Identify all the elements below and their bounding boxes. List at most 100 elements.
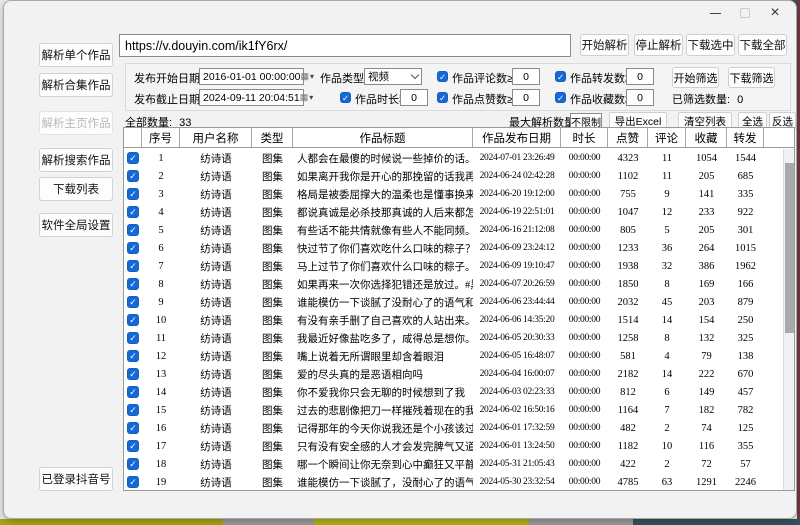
comments-filter-input[interactable]: 0 [512,68,540,85]
end-date-picker[interactable]: 2024-09-11 20:04:51 ▦▾ [199,89,304,106]
table-row[interactable]: ✓16纺诗语图集记得那年的今天你说我还是个小孩该过节了2024-06-01 17… [124,419,783,437]
row-user: 纺诗语 [180,277,252,292]
row-title: 如果离开我你是开心的那挽留的话我再也不... [293,169,473,184]
likes-filter-input[interactable]: 0 [512,89,540,106]
table-row[interactable]: ✓15纺诗语图集过去的悲剧像把刀一样摧残着现在的我们2024-06-02 16:… [124,401,783,419]
table-row[interactable]: ✓2纺诗语图集如果离开我你是开心的那挽留的话我再也不...2024-06-24 … [124,167,783,185]
row-checkbox[interactable]: ✓ [127,206,139,218]
shares-filter-checkbox[interactable]: ✓ [555,71,566,82]
calendar-icon: ▦ [300,93,309,102]
scrollbar-thumb[interactable] [785,163,794,333]
row-checkbox[interactable]: ✓ [127,188,139,200]
minimize-button[interactable] [700,2,730,24]
row-checkbox[interactable]: ✓ [127,170,139,182]
row-likes: 1182 [608,441,648,452]
type-select[interactable]: 视频 [364,68,422,85]
header-title[interactable]: 作品标题 [293,128,473,147]
sidebar-item-parse-collection[interactable]: 解析合集作品 [39,73,113,97]
header-index[interactable]: 序号 [142,128,180,147]
table-row[interactable]: ✓13纺诗语图集爱的尽头真的是恶语相向吗2024-06-04 16:00:070… [124,365,783,383]
row-checkbox[interactable]: ✓ [127,332,139,344]
row-checkbox[interactable]: ✓ [127,458,139,470]
row-title: 只有没有安全感的人才会发完脾气又道歉 [293,439,473,454]
row-index: 14 [142,387,180,398]
table-row[interactable]: ✓3纺诗语图集格局是被委屈撑大的温柔也是懂事换来的。#...2024-06-20… [124,185,783,203]
header-user[interactable]: 用户名称 [180,128,252,147]
favorites-filter-input[interactable]: 0 [626,89,654,106]
likes-filter-checkbox[interactable]: ✓ [437,92,448,103]
header-type[interactable]: 类型 [252,128,293,147]
filtered-count: 已筛选数量: 0 [672,91,743,107]
table-row[interactable]: ✓18纺诗语图集哪一个瞬间让你无奈到心中癫狂又平静呢2024-05-31 21:… [124,455,783,473]
maximize-button[interactable] [730,2,760,24]
header-shares[interactable]: 转发 [727,128,764,147]
start-parse-button[interactable]: 开始解析 [580,34,629,56]
duration-filter-checkbox[interactable]: ✓ [340,92,351,103]
backdrop-bottom-strip [314,519,529,525]
url-input[interactable]: https://v.douyin.com/ik1fY6rx/ [119,34,571,57]
row-likes: 4785 [608,477,648,488]
sidebar-item-global-settings[interactable]: 软件全局设置 [39,213,113,237]
row-checkbox[interactable]: ✓ [127,314,139,326]
header-comments[interactable]: 评论 [648,128,686,147]
table-row[interactable]: ✓11纺诗语图集我最近好像盐吃多了，咸得总是想你。#斯文...2024-06-0… [124,329,783,347]
row-title: 过去的悲剧像把刀一样摧残着现在的我们 [293,403,473,418]
row-checkbox[interactable]: ✓ [127,404,139,416]
row-favorites: 141 [686,189,727,200]
start-filter-button[interactable]: 开始筛选 [672,67,719,88]
comments-filter-checkbox[interactable]: ✓ [437,71,448,82]
table-scrollbar[interactable] [783,149,794,490]
table-row[interactable]: ✓1纺诗语图集人都会在最傻的时候说一些掉价的话。#总要...2024-07-01… [124,149,783,167]
row-checkbox[interactable]: ✓ [127,242,139,254]
header-date[interactable]: 作品发布日期 [473,128,561,147]
table-row[interactable]: ✓8纺诗语图集如果再来一次你选择犯错还是放过。#黑色系2024-06-07 20… [124,275,783,293]
row-user: 纺诗语 [180,259,252,274]
row-checkbox[interactable]: ✓ [127,368,139,380]
row-checkbox[interactable]: ✓ [127,278,139,290]
row-favorites: 203 [686,297,727,308]
duration-filter-input[interactable]: 0 [400,89,428,106]
row-user: 纺诗语 [180,169,252,184]
stop-parse-button[interactable]: 停止解析 [634,34,683,56]
row-likes: 4323 [608,153,648,164]
row-checkbox[interactable]: ✓ [127,476,139,488]
row-checkbox[interactable]: ✓ [127,152,139,164]
download-selected-button[interactable]: 下载选中 [686,34,735,56]
table-row[interactable]: ✓5纺诗语图集有些话不能共情就像有些人不能同频。#晚风...2024-06-16… [124,221,783,239]
row-checkbox[interactable]: ✓ [127,422,139,434]
table-row[interactable]: ✓6纺诗语图集快过节了你们喜欢吃什么口味的粽子？#粽子...2024-06-09… [124,239,783,257]
header-favorites[interactable]: 收藏 [686,128,727,147]
table-row[interactable]: ✓4纺诗语图集都说真诚是必杀技那真诚的人后来都怎样了...2024-06-19 … [124,203,783,221]
row-checkbox[interactable]: ✓ [127,296,139,308]
favorites-filter-checkbox[interactable]: ✓ [555,92,566,103]
row-likes: 1164 [608,405,648,416]
download-all-button[interactable]: 下载全部 [738,34,787,56]
table-row[interactable]: ✓7纺诗语图集马上过节了你们喜欢什么口味的粽子。#粽子...2024-06-09… [124,257,783,275]
sidebar-item-parse-search[interactable]: 解析搜索作品 [39,148,113,172]
table-row[interactable]: ✓10纺诗语图集有没有亲手删了自己喜欢的人站出来。#son...2024-06-… [124,311,783,329]
table-row[interactable]: ✓9纺诗语图集谁能模仿一下谈腻了没耐心了的语气和我说2024-06-06 23:… [124,293,783,311]
close-button[interactable]: × [760,2,790,24]
row-checkbox[interactable]: ✓ [127,350,139,362]
row-comments: 10 [648,441,686,452]
table-row[interactable]: ✓12纺诗语图集嘴上说着无所谓眼里却含着眼泪2024-06-05 16:48:0… [124,347,783,365]
header-duration[interactable]: 时长 [561,128,608,147]
table-row[interactable]: ✓19纺诗语图集谁能模仿一下谈腻了，没耐心了的语气跟我说2024-05-30 2… [124,473,783,490]
sidebar-item-parse-single[interactable]: 解析单个作品 [39,43,113,67]
logged-in-account-button[interactable]: 已登录抖音号 [39,467,113,491]
row-checkbox[interactable]: ✓ [127,440,139,452]
sidebar-item-download-list[interactable]: 下载列表 [39,177,113,201]
start-date-picker[interactable]: 2016-01-01 00:00:00 ▦▾ [199,68,304,85]
header-likes[interactable]: 点赞 [608,128,648,147]
table-row[interactable]: ✓14纺诗语图集你不爱我你只会无聊的时候想到了我2024-06-03 02:23… [124,383,783,401]
row-checkbox[interactable]: ✓ [127,386,139,398]
row-comments: 12 [648,207,686,218]
shares-filter-input[interactable]: 0 [626,68,654,85]
row-favorites: 182 [686,405,727,416]
row-type: 图集 [252,421,293,436]
download-filter-button[interactable]: 下载筛选 [728,67,775,88]
row-date: 2024-05-30 23:32:54 [473,477,561,487]
row-checkbox[interactable]: ✓ [127,224,139,236]
table-row[interactable]: ✓17纺诗语图集只有没有安全感的人才会发完脾气又道歉2024-06-01 13:… [124,437,783,455]
row-checkbox[interactable]: ✓ [127,260,139,272]
